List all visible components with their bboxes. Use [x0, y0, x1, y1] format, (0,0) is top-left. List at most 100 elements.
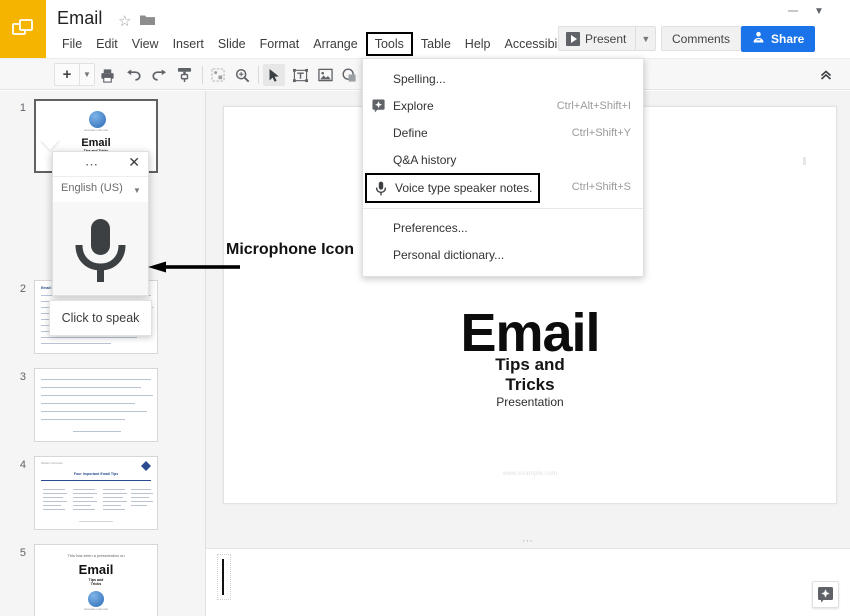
globe-logo-icon	[88, 591, 104, 607]
notes-text-field[interactable]	[217, 554, 231, 600]
slide-footer-text: www.example.com	[502, 471, 558, 477]
slides-logo-icon[interactable]	[0, 0, 46, 58]
microphone-icon	[373, 180, 389, 196]
explore-icon	[818, 587, 833, 603]
slide-number: 2	[19, 283, 26, 295]
menu-tools[interactable]: Tools	[365, 32, 413, 56]
menu-slide[interactable]: Slide	[211, 34, 253, 54]
share-button[interactable]: Share	[741, 26, 816, 52]
menu-view[interactable]: View	[125, 34, 166, 54]
globe-logo-icon	[89, 111, 106, 128]
redo-icon[interactable]	[148, 64, 170, 86]
text-box-icon[interactable]	[289, 64, 311, 86]
menu-item-preferences[interactable]: Preferences...	[363, 214, 643, 241]
insert-image-icon[interactable]	[314, 64, 336, 86]
slide-subtitle-line2: Tricks	[505, 375, 555, 394]
filmstrip-slide-3[interactable]: 3	[0, 368, 205, 442]
voice-typing-popup[interactable]: ⋯ ✕ English (US) ▼	[52, 151, 149, 296]
menu-item-label: Voice type speaker notes.	[395, 181, 533, 195]
new-slide-button-group: + ▼	[54, 63, 95, 86]
menu-item-define[interactable]: Define Ctrl+Shift+Y	[363, 119, 643, 146]
menu-separator	[363, 208, 643, 209]
zoom-icon[interactable]	[231, 64, 253, 86]
google-slides-window: Email ☆ File Edit View Insert Slide Form…	[0, 0, 850, 616]
explore-icon	[371, 98, 387, 114]
voice-tooltip: Click to speak	[49, 300, 152, 336]
slide-subtitle-text[interactable]: Tips and Tricks	[224, 355, 836, 395]
shape-icon[interactable]	[338, 64, 360, 86]
comments-button[interactable]: Comments	[661, 26, 742, 51]
slide-number: 3	[19, 371, 26, 383]
select-cursor-icon[interactable]	[263, 64, 285, 86]
menu-help[interactable]: Help	[458, 34, 498, 54]
menu-item-spelling[interactable]: Spelling...	[363, 65, 643, 92]
chevron-down-icon[interactable]: ▼	[79, 64, 94, 85]
present-button-group: Present ▼	[558, 26, 657, 51]
slide-subtitle-line1: Tips and	[495, 355, 565, 374]
menu-arrange[interactable]: Arrange	[306, 34, 364, 54]
menu-item-voice-type-speaker-notes[interactable]: Voice type speaker notes.	[365, 173, 540, 203]
thumb-subtitle: This has been a presentation on	[67, 553, 125, 558]
menu-file[interactable]: File	[55, 34, 89, 54]
menu-item-label: Define	[393, 125, 428, 140]
undo-icon[interactable]	[122, 64, 144, 86]
slide-presentation-text[interactable]: Presentation	[224, 395, 836, 409]
menu-item-personal-dictionary[interactable]: Personal dictionary...	[363, 241, 643, 268]
menu-item-label: Personal dictionary...	[393, 247, 505, 262]
menu-item-shortcut: Ctrl+Alt+Shift+I	[556, 99, 631, 112]
slide-thumbnail[interactable]: Western Computer Four Important Email Ti…	[34, 456, 158, 530]
menu-item-shortcut: Ctrl+Shift+S	[571, 181, 631, 193]
voice-popup-titlebar: ⋯ ✕	[53, 152, 148, 177]
star-outline-icon[interactable]: ☆	[118, 12, 131, 30]
filmstrip-slide-5[interactable]: 5 This has been a presentation on Email …	[0, 544, 205, 616]
folder-icon[interactable]	[140, 13, 155, 31]
menu-item-shortcut: Ctrl+Shift+Y	[571, 126, 631, 139]
voice-language-label: English (US)	[61, 182, 123, 194]
slide-thumbnail[interactable]: This has been a presentation on Email Ti…	[34, 544, 158, 616]
close-icon[interactable]: ✕	[128, 155, 140, 169]
print-icon[interactable]	[96, 64, 118, 86]
menu-item-label: Spelling...	[393, 71, 446, 86]
voice-mic-button[interactable]	[53, 202, 148, 297]
menu-table[interactable]: Table	[414, 34, 458, 54]
double-chevron-up-icon[interactable]	[816, 65, 836, 85]
menu-edit[interactable]: Edit	[89, 34, 125, 54]
zoom-fit-icon[interactable]	[207, 64, 229, 86]
menu-item-label: Q&A history	[393, 152, 457, 167]
more-options-icon[interactable]: ⋯	[85, 157, 100, 173]
play-icon	[566, 31, 580, 46]
document-title[interactable]: Email	[57, 8, 103, 29]
chevron-down-icon[interactable]: ▼	[814, 6, 824, 17]
comments-label: Comments	[672, 31, 731, 46]
present-button[interactable]: Present	[559, 27, 635, 50]
menu-item-label: Explore	[393, 98, 434, 113]
diamond-icon	[141, 461, 151, 471]
paint-format-icon[interactable]	[173, 64, 195, 86]
toolbar-separator	[202, 66, 203, 84]
voice-language-selector[interactable]: English (US) ▼	[53, 177, 148, 202]
speaker-notes-pane[interactable]	[206, 548, 850, 616]
notes-resize-handle[interactable]: ⋯	[206, 534, 850, 548]
menu-format[interactable]: Format	[253, 34, 307, 54]
toolbar-separator	[258, 66, 259, 84]
menu-item-explore[interactable]: Explore Ctrl+Alt+Shift+I	[363, 92, 643, 119]
slide-number: 4	[19, 459, 26, 471]
menu-bar: File Edit View Insert Slide Format Arran…	[55, 32, 580, 56]
filmstrip-slide-4[interactable]: 4 Western Computer Four Important Email …	[0, 456, 205, 530]
drag-handle-icon: ⋯	[522, 535, 534, 547]
share-label: Share	[771, 32, 805, 46]
menu-insert[interactable]: Insert	[166, 34, 211, 54]
present-label: Present	[585, 31, 627, 46]
slide-number: 5	[19, 547, 26, 559]
explore-button[interactable]	[812, 581, 839, 608]
person-lock-icon	[752, 31, 765, 47]
window-minimize-icon[interactable]	[788, 10, 798, 12]
thumb-title: Four Important Email Tips	[73, 472, 119, 476]
plus-icon[interactable]: +	[55, 64, 79, 85]
present-dropdown-caret[interactable]: ▼	[635, 27, 655, 50]
menu-item-qa-history[interactable]: Q&A history	[363, 146, 643, 173]
tools-dropdown-menu[interactable]: Spelling... Explore Ctrl+Alt+Shift+I Def…	[362, 58, 644, 277]
slide-thumbnail[interactable]	[34, 368, 158, 442]
microphone-icon	[75, 218, 126, 282]
chevron-down-icon[interactable]: ▼	[133, 186, 141, 195]
